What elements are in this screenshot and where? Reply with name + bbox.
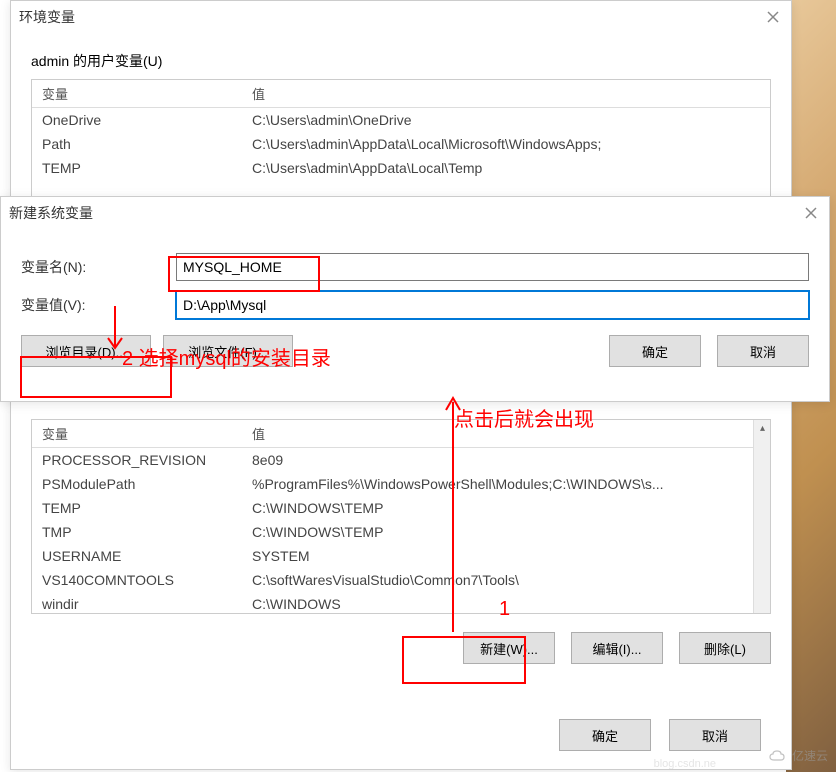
cancel-button[interactable]: 取消 [669,719,761,751]
cell-name: TEMP [32,496,242,520]
ok-button[interactable]: 确定 [609,335,701,367]
variable-value-input[interactable] [176,291,809,319]
cell-value: 8e09 [242,448,770,472]
cell-value: C:\Users\admin\OneDrive [242,108,770,132]
scroll-up-icon[interactable]: ▴ [754,420,771,437]
cell-name: USERNAME [32,544,242,568]
cell-value: C:\WINDOWS\TEMP [242,520,770,544]
cell-value: SYSTEM [242,544,770,568]
table-header: 变量 值 [32,420,770,448]
cell-value: C:\WINDOWS\TEMP [242,496,770,520]
system-vars-table[interactable]: 变量 值 PROCESSOR_REVISION8e09PSModulePath%… [31,419,771,614]
scrollbar[interactable]: ▴ [753,420,770,613]
cell-value: C:\softWaresVisualStudio\Common7\Tools\ [242,568,770,592]
header-variable[interactable]: 变量 [32,420,242,447]
browse-file-button[interactable]: 浏览文件(F)... [163,335,293,367]
cell-value: C:\WINDOWS [242,592,770,614]
table-row[interactable]: VS140COMNTOOLSC:\softWaresVisualStudio\C… [32,568,770,592]
edit-button[interactable]: 编辑(I)... [571,632,663,664]
watermark-text: 亿速云 [792,747,828,764]
table-row[interactable]: PSModulePath%ProgramFiles%\WindowsPowerS… [32,472,770,496]
table-row[interactable]: PROCESSOR_REVISION8e09 [32,448,770,472]
cell-name: TEMP [32,156,242,180]
user-vars-label: admin 的用户变量(U) [31,51,771,71]
cell-name: PSModulePath [32,472,242,496]
system-vars-buttons: 新建(W)... 编辑(I)... 删除(L) [31,632,771,664]
header-value[interactable]: 值 [242,420,770,447]
new-dialog-title: 新建系统变量 [9,203,93,223]
table-row[interactable]: PathC:\Users\admin\AppData\Local\Microso… [32,132,770,156]
cell-name: windir [32,592,242,614]
table-row[interactable]: USERNAMESYSTEM [32,544,770,568]
table-row[interactable]: TMPC:\WINDOWS\TEMP [32,520,770,544]
env-dialog-titlebar: 环境变量 [11,1,791,33]
variable-name-input[interactable] [176,253,809,281]
table-row[interactable]: windirC:\WINDOWS [32,592,770,614]
variable-name-label: 变量名(N): [21,257,176,277]
header-value[interactable]: 值 [242,80,770,107]
table-row[interactable]: TEMPC:\Users\admin\AppData\Local\Temp [32,156,770,180]
watermark: 亿速云 [768,747,828,764]
cancel-button[interactable]: 取消 [717,335,809,367]
close-icon[interactable] [763,7,783,27]
user-vars-table[interactable]: 变量 值 OneDriveC:\Users\admin\OneDrivePath… [31,79,771,199]
cell-value: C:\Users\admin\AppData\Local\Temp [242,156,770,180]
cell-name: PROCESSOR_REVISION [32,448,242,472]
variable-value-label: 变量值(V): [21,295,176,315]
table-row[interactable]: OneDriveC:\Users\admin\OneDrive [32,108,770,132]
new-button[interactable]: 新建(W)... [463,632,555,664]
cell-name: TMP [32,520,242,544]
table-header: 变量 值 [32,80,770,108]
delete-button[interactable]: 删除(L) [679,632,771,664]
cloud-icon [768,749,788,763]
cell-name: VS140COMNTOOLS [32,568,242,592]
browse-directory-button[interactable]: 浏览目录(D)... [21,335,151,367]
cell-name: Path [32,132,242,156]
watermark-url: blog.csdn.ne [654,758,716,770]
env-dialog-title: 环境变量 [19,7,75,27]
cell-value: %ProgramFiles%\WindowsPowerShell\Modules… [242,472,770,496]
close-icon[interactable] [801,203,821,223]
new-dialog-titlebar: 新建系统变量 [1,197,829,229]
ok-button[interactable]: 确定 [559,719,651,751]
table-row[interactable]: TEMPC:\WINDOWS\TEMP [32,496,770,520]
cell-name: OneDrive [32,108,242,132]
cell-value: C:\Users\admin\AppData\Local\Microsoft\W… [242,132,770,156]
new-system-variable-dialog: 新建系统变量 变量名(N): 变量值(V): 浏览目录(D)... 浏览文件(F… [0,196,830,402]
header-variable[interactable]: 变量 [32,80,242,107]
dialog-buttons: 确定 取消 [559,719,761,751]
